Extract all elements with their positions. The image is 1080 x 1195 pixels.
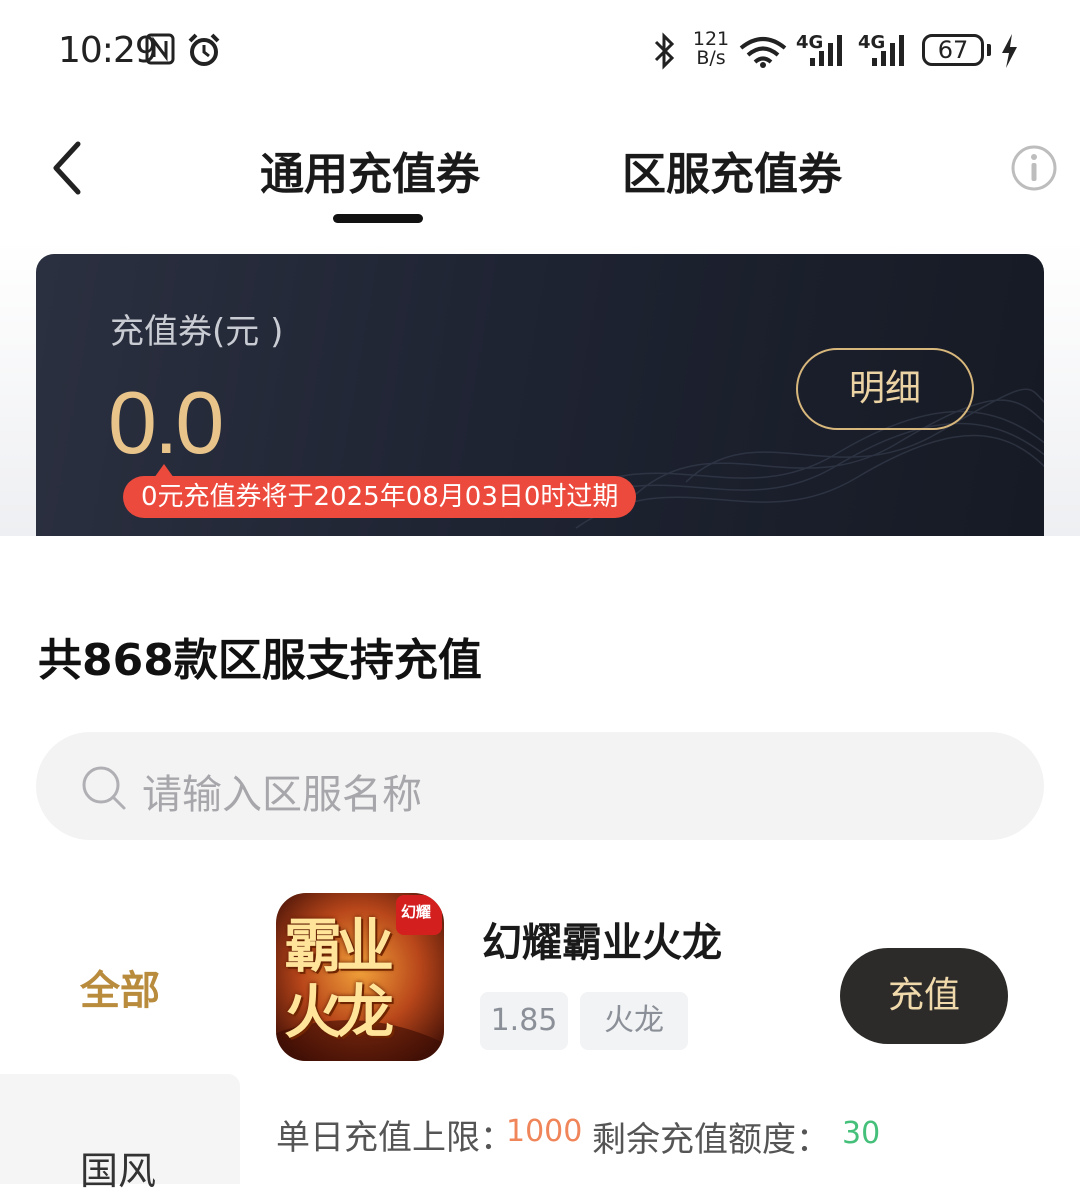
- daily-limit-value: 1000: [506, 1114, 583, 1149]
- game-tag-version: 1.85: [480, 992, 568, 1050]
- detail-button[interactable]: 明细: [796, 348, 974, 430]
- voucher-amount: 0.0: [108, 373, 224, 472]
- remaining-label: 剩余充值额度：: [592, 1120, 830, 1160]
- voucher-label: 充值券(元 ): [110, 312, 284, 352]
- game-name[interactable]: 幻耀霸业火龙: [482, 910, 722, 968]
- charging-icon: [1002, 34, 1017, 68]
- signal-icon: 4G: [796, 32, 848, 68]
- bluetooth-icon: [654, 32, 675, 70]
- tab-server-voucher[interactable]: 区服充值券: [622, 138, 842, 202]
- status-time: 10:29: [58, 30, 158, 71]
- remaining-value: 30: [842, 1116, 881, 1151]
- wifi-icon: [739, 37, 787, 68]
- expire-notice-badge: 0元充值券将于2025年08月03日0时过期: [123, 476, 637, 518]
- tab-general-voucher[interactable]: 通用充值券: [260, 138, 480, 202]
- game-icon[interactable]: 幻耀 霸业火龙: [276, 893, 444, 1061]
- net-speed: 121 B/s: [692, 30, 730, 68]
- search-icon: [82, 766, 126, 810]
- sidebar-item-all[interactable]: 全部: [80, 958, 160, 1016]
- tab-active-indicator: [333, 214, 423, 223]
- game-tag-type: 火龙: [580, 992, 688, 1050]
- daily-limit-label: 单日充值上限：: [276, 1118, 514, 1158]
- recharge-button[interactable]: 充值: [840, 948, 1008, 1044]
- back-icon[interactable]: [44, 138, 94, 198]
- info-icon[interactable]: [1010, 144, 1058, 192]
- signal-icon: 4G: [858, 32, 910, 68]
- game-icon-title: 霸业火龙: [284, 912, 394, 1046]
- nfc-icon: [145, 33, 175, 65]
- section-title: 共868款区服支持充值: [38, 635, 482, 686]
- net-speed-unit: B/s: [696, 47, 726, 69]
- sidebar-item-guofeng[interactable]: 国风: [80, 1140, 156, 1195]
- search-placeholder[interactable]: 请输入区服名称: [142, 762, 422, 820]
- voucher-card: 充值券(元 ) 0.0 明细 0元充值券将于2025年08月03日0时过期: [36, 254, 1044, 536]
- alarm-icon: [188, 33, 220, 66]
- battery-icon: 67: [922, 34, 984, 66]
- battery-tip: [987, 44, 991, 56]
